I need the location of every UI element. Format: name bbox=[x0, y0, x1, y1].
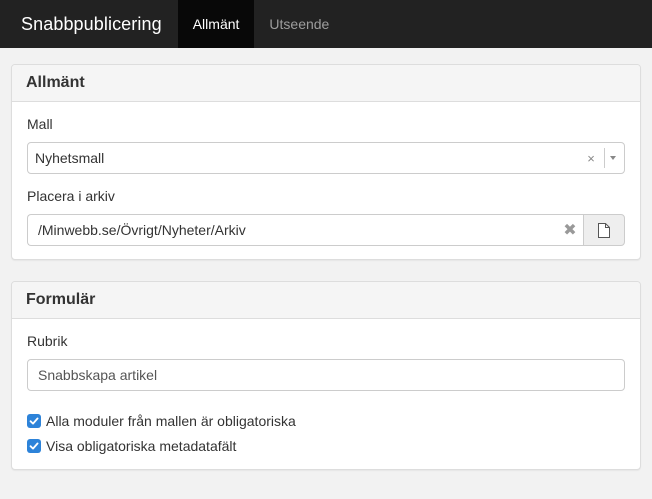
archive-label: Placera i arkiv bbox=[27, 188, 115, 204]
heading-group: Rubrik Snabbskapa artikel bbox=[27, 333, 625, 391]
general-panel: Allmänt Mall Nyhetsmall × Placera i arki… bbox=[11, 64, 641, 260]
checkbox-row-mandatory-modules[interactable]: Alla moduler från mallen är obligatorisk… bbox=[27, 410, 625, 431]
clear-icon[interactable]: ✖ bbox=[557, 220, 583, 240]
heading-label: Rubrik bbox=[27, 333, 68, 349]
clear-icon[interactable]: × bbox=[582, 151, 600, 166]
form-panel-title: Formulär bbox=[12, 282, 640, 319]
main-content: Allmänt Mall Nyhetsmall × Placera i arki… bbox=[0, 48, 652, 470]
archive-group: Placera i arkiv /Minwebb.se/Övrigt/Nyhet… bbox=[27, 188, 625, 246]
checkmark-icon bbox=[29, 442, 39, 449]
form-panel-body: Rubrik Snabbskapa artikel Alla moduler f… bbox=[12, 319, 640, 469]
document-icon bbox=[598, 222, 610, 238]
form-panel: Formulär Rubrik Snabbskapa artikel Alla … bbox=[11, 281, 641, 470]
archive-field-value: /Minwebb.se/Övrigt/Nyheter/Arkiv bbox=[38, 222, 246, 238]
archive-field[interactable]: /Minwebb.se/Övrigt/Nyheter/Arkiv ✖ bbox=[27, 214, 583, 246]
mandatory-modules-checkbox[interactable] bbox=[27, 413, 41, 428]
show-metadata-checkbox[interactable] bbox=[27, 438, 41, 453]
chevron-down-icon[interactable] bbox=[610, 156, 616, 160]
top-navbar: Snabbpublicering Allmänt Utseende bbox=[0, 0, 652, 48]
tab-allmant[interactable]: Allmänt bbox=[177, 0, 255, 48]
template-select[interactable]: Nyhetsmall × bbox=[27, 142, 625, 174]
checkmark-icon bbox=[29, 417, 39, 424]
checkbox-list: Alla moduler från mallen är obligatorisk… bbox=[27, 410, 625, 456]
general-panel-title: Allmänt bbox=[12, 65, 640, 102]
app-title: Snabbpublicering bbox=[21, 13, 162, 34]
archive-input-group: /Minwebb.se/Övrigt/Nyheter/Arkiv ✖ bbox=[27, 214, 625, 246]
mandatory-modules-label: Alla moduler från mallen är obligatorisk… bbox=[46, 412, 296, 429]
template-select-value: Nyhetsmall bbox=[35, 150, 105, 166]
heading-input[interactable]: Snabbskapa artikel bbox=[27, 359, 625, 391]
browse-archive-button[interactable] bbox=[583, 214, 625, 246]
general-panel-body: Mall Nyhetsmall × Placera i arkiv /Minwe… bbox=[12, 102, 640, 259]
checkbox-row-show-metadata[interactable]: Visa obligatoriska metadatafält bbox=[27, 435, 625, 456]
tab-utseende[interactable]: Utseende bbox=[254, 0, 344, 48]
show-metadata-label: Visa obligatoriska metadatafält bbox=[46, 437, 237, 454]
template-label: Mall bbox=[27, 116, 53, 132]
template-group: Mall Nyhetsmall × bbox=[27, 116, 625, 174]
select-divider bbox=[604, 148, 605, 168]
